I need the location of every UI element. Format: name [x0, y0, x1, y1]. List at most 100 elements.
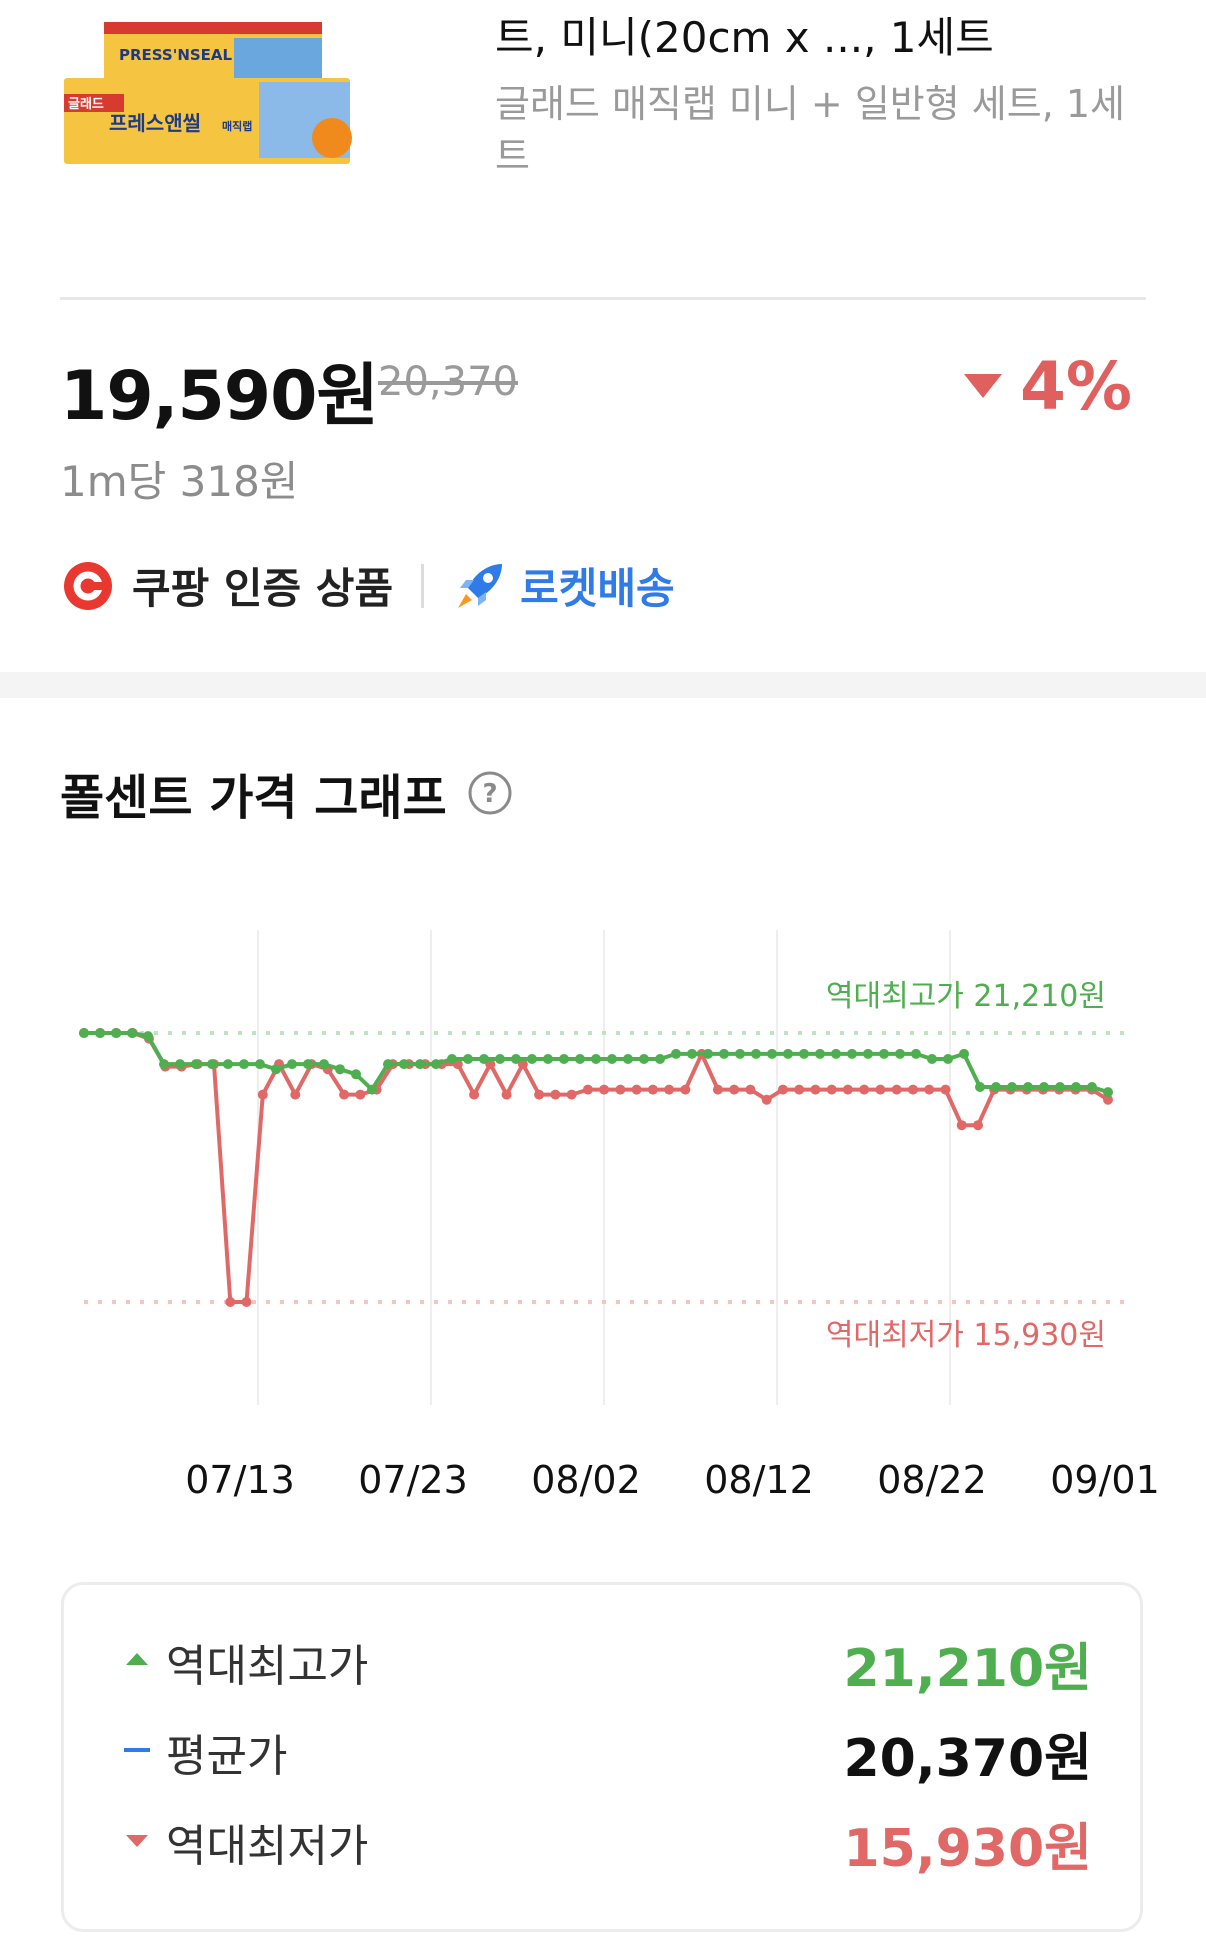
data-point[interactable]: [875, 1084, 886, 1095]
data-point[interactable]: [239, 1059, 249, 1070]
data-point[interactable]: [703, 1048, 713, 1059]
data-point[interactable]: [973, 1120, 983, 1131]
data-point[interactable]: [1103, 1087, 1113, 1098]
data-point[interactable]: [607, 1054, 617, 1064]
data-point[interactable]: [680, 1084, 691, 1095]
data-point[interactable]: [842, 1084, 853, 1095]
data-point[interactable]: [639, 1054, 649, 1064]
data-point[interactable]: [127, 1028, 137, 1038]
data-point[interactable]: [271, 1064, 281, 1075]
data-point[interactable]: [383, 1059, 393, 1070]
data-point[interactable]: [351, 1069, 361, 1080]
data-point[interactable]: [303, 1059, 313, 1070]
data-point[interactable]: [927, 1054, 937, 1064]
data-point[interactable]: [511, 1054, 521, 1064]
product-image[interactable]: PRESS'NSEAL 글래드 프레스앤씰 매직랩: [64, 20, 444, 170]
data-point[interactable]: [339, 1089, 350, 1100]
data-point[interactable]: [431, 1059, 441, 1070]
data-point[interactable]: [831, 1048, 841, 1059]
data-point[interactable]: [415, 1059, 425, 1070]
data-point[interactable]: [783, 1048, 793, 1059]
data-point[interactable]: [815, 1048, 825, 1059]
data-point[interactable]: [241, 1297, 252, 1307]
price-chart[interactable]: 역대최고가 21,210원 역대최저가 15,930원 07/13 07/23 08…: [0, 920, 1206, 1520]
data-point[interactable]: [687, 1048, 697, 1059]
data-point[interactable]: [799, 1048, 809, 1059]
data-point[interactable]: [591, 1054, 601, 1064]
data-point[interactable]: [143, 1031, 153, 1042]
data-point[interactable]: [655, 1054, 665, 1064]
data-point[interactable]: [447, 1054, 457, 1064]
data-point[interactable]: [1071, 1082, 1081, 1092]
data-point[interactable]: [463, 1054, 473, 1064]
data-point[interactable]: [159, 1059, 169, 1070]
data-point[interactable]: [79, 1028, 89, 1038]
data-point[interactable]: [559, 1054, 569, 1064]
data-point[interactable]: [859, 1084, 870, 1095]
data-point[interactable]: [940, 1084, 951, 1095]
data-point[interactable]: [1023, 1082, 1033, 1092]
data-point[interactable]: [712, 1084, 723, 1095]
data-point[interactable]: [111, 1028, 121, 1038]
data-point[interactable]: [582, 1084, 593, 1095]
data-point[interactable]: [615, 1084, 626, 1095]
data-point[interactable]: [355, 1089, 366, 1100]
data-point[interactable]: [550, 1089, 561, 1100]
data-point[interactable]: [664, 1084, 675, 1095]
data-point[interactable]: [956, 1120, 967, 1131]
data-point[interactable]: [1007, 1082, 1017, 1092]
data-point[interactable]: [943, 1054, 953, 1064]
data-point[interactable]: [290, 1089, 301, 1100]
data-point[interactable]: [543, 1054, 553, 1064]
data-point[interactable]: [719, 1048, 729, 1059]
data-point[interactable]: [924, 1084, 935, 1095]
data-point[interactable]: [255, 1059, 265, 1070]
data-point[interactable]: [647, 1084, 658, 1095]
data-point[interactable]: [367, 1084, 377, 1095]
data-point[interactable]: [399, 1059, 409, 1070]
data-point[interactable]: [863, 1048, 873, 1059]
data-point[interactable]: [826, 1084, 837, 1095]
data-point[interactable]: [631, 1084, 642, 1095]
data-point[interactable]: [847, 1048, 857, 1059]
data-point[interactable]: [623, 1054, 633, 1064]
data-point[interactable]: [175, 1059, 185, 1070]
data-point[interactable]: [479, 1054, 489, 1064]
data-point[interactable]: [794, 1084, 805, 1095]
data-point[interactable]: [257, 1089, 268, 1100]
data-point[interactable]: [566, 1089, 577, 1100]
data-point[interactable]: [225, 1297, 236, 1307]
data-point[interactable]: [207, 1059, 217, 1070]
data-point[interactable]: [534, 1089, 545, 1100]
data-point[interactable]: [599, 1084, 610, 1095]
data-point[interactable]: [191, 1059, 201, 1070]
product-title[interactable]: 트, 미니(20cm x ..., 1세트: [495, 8, 1175, 68]
data-point[interactable]: [95, 1028, 105, 1038]
data-point[interactable]: [1087, 1082, 1097, 1092]
data-point[interactable]: [735, 1048, 745, 1059]
data-point[interactable]: [527, 1054, 537, 1064]
data-point[interactable]: [911, 1048, 921, 1059]
data-point[interactable]: [319, 1059, 329, 1070]
data-point[interactable]: [223, 1059, 233, 1070]
data-point[interactable]: [810, 1084, 821, 1095]
data-point[interactable]: [1039, 1082, 1049, 1092]
data-point[interactable]: [879, 1048, 889, 1059]
data-point[interactable]: [777, 1084, 788, 1095]
data-point[interactable]: [495, 1054, 505, 1064]
data-point[interactable]: [751, 1048, 761, 1059]
help-icon[interactable]: ?: [467, 770, 513, 816]
data-point[interactable]: [287, 1059, 297, 1070]
data-point[interactable]: [975, 1082, 985, 1092]
data-point[interactable]: [335, 1064, 345, 1075]
data-point[interactable]: [908, 1084, 918, 1095]
data-point[interactable]: [991, 1082, 1001, 1092]
data-point[interactable]: [959, 1048, 969, 1059]
data-point[interactable]: [729, 1084, 740, 1095]
data-point[interactable]: [1055, 1082, 1065, 1092]
data-point[interactable]: [895, 1048, 905, 1059]
data-point[interactable]: [671, 1048, 681, 1059]
data-point[interactable]: [891, 1084, 902, 1095]
data-point[interactable]: [767, 1048, 777, 1059]
data-point[interactable]: [501, 1089, 512, 1100]
